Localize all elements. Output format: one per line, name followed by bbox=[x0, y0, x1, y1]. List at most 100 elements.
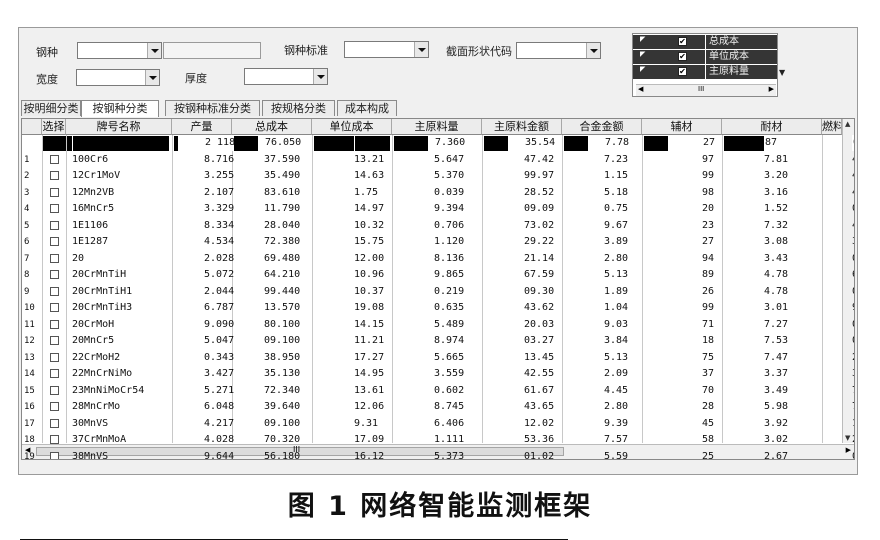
column-header-auxiliary[interactable]: 辅材 bbox=[642, 119, 722, 135]
scroll-right-icon[interactable]: ▶ bbox=[846, 446, 851, 454]
checklist-scrollbar[interactable]: ◀ III ▶ bbox=[636, 84, 776, 96]
scroll-left-icon[interactable]: ◀ bbox=[638, 85, 643, 93]
chevron-down-icon[interactable] bbox=[586, 43, 600, 58]
tab-cost-structure[interactable]: 成本构成 bbox=[337, 100, 397, 116]
cell-total-cost: 64.210 bbox=[264, 269, 301, 280]
row-select-checkbox[interactable] bbox=[50, 435, 59, 444]
cell-refractory: 7.53 bbox=[764, 335, 789, 346]
row-select-checkbox[interactable] bbox=[50, 402, 59, 411]
metric-checkbox[interactable]: ✔ bbox=[678, 52, 687, 61]
total-row-marker bbox=[43, 136, 66, 151]
row-number: 7 bbox=[24, 253, 30, 264]
row-select-checkbox[interactable] bbox=[50, 352, 59, 362]
tab-by-grade[interactable]: 按钢种分类 bbox=[81, 100, 159, 117]
row-number bbox=[24, 135, 41, 151]
cell-fuel-power: 74 bbox=[852, 399, 854, 415]
metric-checkbox[interactable]: ✔ bbox=[678, 37, 687, 46]
row-select-checkbox[interactable] bbox=[50, 451, 59, 459]
cell-auxiliary: 94 bbox=[702, 252, 715, 264]
dropdown-caret-icon[interactable]: ▼ bbox=[779, 68, 785, 77]
column-header-total-cost[interactable]: 总成本 bbox=[232, 119, 312, 135]
row-select-checkbox[interactable] bbox=[50, 220, 59, 230]
scroll-right-icon[interactable]: ▶ bbox=[769, 85, 774, 93]
cell-auxiliary: 99 bbox=[702, 302, 715, 313]
column-divider bbox=[482, 135, 483, 443]
metric-item[interactable]: ◤ ✔ 单位成本 bbox=[633, 50, 777, 64]
cell-grade-name: 38MnVS bbox=[72, 450, 109, 460]
cell-main-material-amount: 28.52 bbox=[524, 186, 555, 198]
steel-grade-combo[interactable] bbox=[77, 42, 162, 59]
chevron-down-icon[interactable] bbox=[313, 69, 327, 84]
tab-by-grade-standard[interactable]: 按钢种标准分类 bbox=[165, 100, 260, 116]
tab-by-detail[interactable]: 按明细分类 bbox=[21, 100, 81, 116]
row-select-checkbox[interactable] bbox=[50, 319, 59, 329]
scroll-down-icon[interactable]: ▼ bbox=[845, 434, 850, 442]
chevron-down-icon[interactable] bbox=[147, 43, 161, 58]
cell-total-cost: 72.340 bbox=[264, 384, 301, 396]
cell-fuel-power: 41 bbox=[852, 152, 854, 168]
column-header-unit-cost[interactable]: 单位成本 bbox=[312, 119, 392, 135]
total-cell-mask bbox=[174, 136, 178, 151]
row-select-checkbox[interactable] bbox=[50, 303, 59, 312]
cell-main-material-qty: 0.706 bbox=[434, 219, 465, 231]
cell-grade-name: 28MnCrMo bbox=[72, 401, 121, 412]
tab-by-spec[interactable]: 按规格分类 bbox=[262, 100, 335, 116]
cell-total-cost: 69.480 bbox=[264, 252, 301, 264]
row-select-checkbox[interactable] bbox=[50, 253, 59, 263]
chevron-down-icon[interactable] bbox=[414, 42, 428, 57]
cost-data-grid[interactable]: ▲ ▼ ◀ III ▶ 选择 牌号名称 产量 总成本 单位成本 主原料量 主原料金额 合金金额… bbox=[21, 118, 855, 460]
column-header-grade-name[interactable]: 牌号名称 bbox=[66, 119, 172, 135]
row-select-checkbox[interactable] bbox=[50, 336, 59, 345]
row-select-checkbox[interactable] bbox=[50, 237, 59, 246]
cell-alloy-amount: 5.13 bbox=[604, 269, 629, 280]
column-header-main-material-amount[interactable]: 主原料金额 bbox=[482, 119, 562, 135]
section-code-combo[interactable] bbox=[516, 42, 601, 59]
metric-checkbox[interactable]: ✔ bbox=[678, 67, 687, 76]
cell-main-material-amount: 13.45 bbox=[524, 351, 555, 363]
steel-grade-label: 钢种 bbox=[36, 46, 58, 59]
cell-alloy-amount: 2.80 bbox=[604, 401, 629, 412]
width-combo[interactable] bbox=[76, 69, 160, 86]
row-select-checkbox[interactable] bbox=[50, 270, 59, 279]
width-label: 宽度 bbox=[36, 73, 58, 86]
steel-grade-text-field[interactable] bbox=[163, 42, 261, 59]
scroll-up-icon[interactable]: ▲ bbox=[845, 120, 850, 128]
column-header-output[interactable]: 产量 bbox=[172, 119, 232, 135]
metric-item[interactable]: ◤ ✔ 主原料量 bbox=[633, 65, 777, 79]
column-header-main-material-qty[interactable]: 主原料量 bbox=[392, 119, 482, 135]
column-header-refractory[interactable]: 耐材 bbox=[722, 119, 822, 135]
total-cell-mask bbox=[484, 136, 508, 151]
row-select-checkbox[interactable] bbox=[50, 385, 59, 395]
total-cell-mask bbox=[644, 136, 668, 151]
column-header-select[interactable]: 选择 bbox=[42, 119, 66, 135]
row-select-checkbox[interactable] bbox=[50, 286, 59, 296]
caret-icon: ◤ bbox=[640, 35, 646, 43]
cell-fuel-power: 24 bbox=[852, 432, 854, 448]
metric-checklist[interactable]: ◤ ✔ 总成本 ◤ ✔ 单位成本 ◤ ✔ 主原料量 ◀ III ▶ bbox=[632, 33, 778, 97]
row-number: 8 bbox=[24, 270, 30, 280]
cell-auxiliary: 97 bbox=[702, 153, 715, 165]
row-select-checkbox[interactable] bbox=[50, 154, 59, 164]
row-select-checkbox[interactable] bbox=[50, 418, 59, 428]
row-select-checkbox[interactable] bbox=[50, 369, 59, 378]
grade-standard-combo[interactable] bbox=[344, 41, 429, 58]
cell-refractory: 3.02 bbox=[764, 434, 789, 445]
cell-main-material-amount: 99.97 bbox=[524, 170, 555, 181]
chevron-down-icon[interactable] bbox=[145, 70, 159, 85]
cell-output: 2.044 bbox=[204, 285, 235, 297]
cell-alloy-amount: 5.13 bbox=[604, 351, 629, 363]
metric-item[interactable]: ◤ ✔ 总成本 bbox=[633, 35, 777, 49]
cell-alloy-amount: 1.15 bbox=[604, 170, 629, 181]
row-select-checkbox[interactable] bbox=[50, 187, 59, 197]
row-select-checkbox[interactable] bbox=[50, 171, 59, 180]
cell-output: 6.787 bbox=[204, 302, 235, 313]
row-number: 5 bbox=[24, 220, 30, 231]
cell-refractory: 4.78 bbox=[764, 285, 789, 297]
cell-auxiliary: 75 bbox=[702, 351, 715, 363]
row-select-checkbox[interactable] bbox=[50, 204, 59, 213]
thickness-combo[interactable] bbox=[244, 68, 328, 85]
column-header-fuel-power[interactable]: 燃料动力 bbox=[822, 119, 842, 135]
cell-grade-name: 20MnCr5 bbox=[72, 335, 115, 346]
column-header-alloy-amount[interactable]: 合金金额 bbox=[562, 119, 642, 135]
cell-alloy-amount: 3.89 bbox=[604, 236, 629, 247]
